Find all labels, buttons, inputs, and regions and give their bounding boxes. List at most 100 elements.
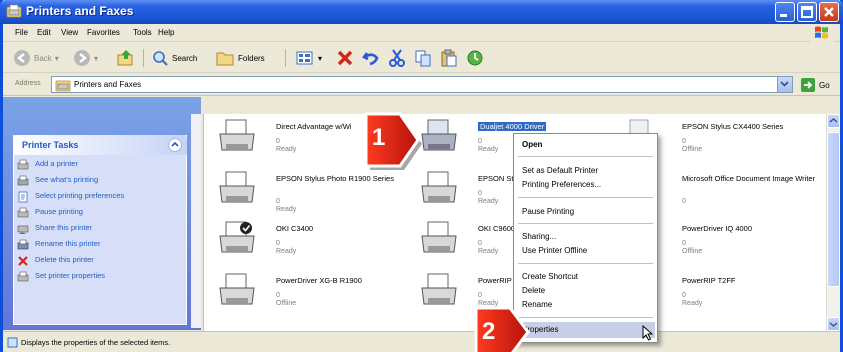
menu-edit[interactable]: Edit — [37, 28, 51, 37]
printer-jobs: 0 — [478, 190, 482, 197]
forward-dropdown-icon[interactable]: ▾ — [94, 54, 98, 63]
task-pause-printing[interactable]: Pause printing — [17, 207, 185, 219]
printer-item[interactable]: OKI C3400 0 Ready — [216, 220, 416, 268]
menu-delete[interactable]: Delete — [522, 286, 545, 295]
task-label: Share this printer — [35, 223, 93, 232]
printer-tasks-header[interactable]: Printer Tasks — [13, 135, 187, 155]
properties-status-icon — [7, 337, 18, 348]
menu-use-offline[interactable]: Use Printer Offline — [522, 246, 587, 255]
task-share-printer[interactable]: Share this printer — [17, 223, 185, 235]
window-title: Printers and Faxes — [26, 4, 134, 18]
windows-logo-icon — [810, 24, 834, 42]
scroll-up-button[interactable] — [827, 114, 840, 128]
menu-pause-printing[interactable]: Pause Printing — [522, 207, 574, 216]
up-folder-icon — [117, 50, 133, 66]
printer-name: OKI C3400 — [276, 224, 314, 233]
chevron-down-icon — [829, 322, 838, 327]
printer-status: Offline — [682, 248, 703, 255]
scroll-down-button[interactable] — [827, 317, 840, 331]
undo-icon — [362, 52, 379, 66]
callout-arrow-2: 2 — [472, 306, 542, 352]
printer-icon — [219, 119, 255, 151]
printer-status: Offline — [276, 300, 297, 307]
up-folder-button[interactable] — [116, 48, 136, 68]
paste-button[interactable] — [439, 48, 459, 68]
task-see-printing[interactable]: See what's printing — [17, 175, 185, 187]
search-button[interactable]: Search — [151, 48, 197, 68]
search-label: Search — [172, 53, 198, 63]
address-value: Printers and Faxes — [74, 80, 142, 89]
printer-jobs: 0 — [478, 138, 482, 145]
maximize-button[interactable] — [797, 2, 817, 22]
copy-icon — [415, 50, 431, 67]
copy-button[interactable] — [413, 48, 433, 68]
back-button[interactable]: Back ▾ — [13, 48, 59, 68]
views-button[interactable]: ▾ — [295, 48, 322, 68]
title-bar[interactable]: Printers and Faxes — [0, 0, 843, 24]
paste-icon — [441, 49, 457, 67]
status-text: Displays the properties of the selected … — [21, 338, 171, 347]
menu-bar: File Edit View Favorites Tools Help — [3, 24, 840, 42]
menu-file[interactable]: File — [15, 28, 28, 37]
folders-icon — [216, 52, 234, 66]
printer-jobs: 0 — [276, 138, 280, 145]
collapse-button[interactable] — [168, 138, 182, 152]
menu-open[interactable]: Open — [522, 140, 542, 149]
printer-name: PowerDriver IQ 4000 — [682, 224, 753, 233]
menu-set-default[interactable]: Set as Default Printer — [522, 166, 598, 175]
printer-item[interactable]: PowerDriver XG-B R1900 0 Offline — [216, 272, 416, 320]
folders-label: Folders — [238, 53, 265, 63]
printer-icon — [219, 171, 255, 203]
menu-view[interactable]: View — [61, 28, 78, 37]
printer-status: Ready — [478, 146, 499, 153]
menu-sharing[interactable]: Sharing... — [522, 232, 556, 241]
task-label: Add a printer — [35, 159, 78, 168]
views-icon — [296, 51, 313, 65]
printer-jobs: 0 — [682, 240, 686, 247]
task-rename-printer[interactable]: Rename this printer — [17, 239, 185, 251]
task-add-printer[interactable]: Add a printer — [17, 159, 185, 171]
address-dropdown-button[interactable] — [777, 77, 792, 92]
go-arrow-icon — [801, 78, 815, 92]
undo-button[interactable] — [361, 48, 381, 68]
delete-icon — [18, 256, 28, 266]
printer-status: Ready — [682, 300, 703, 307]
toolbar: Back ▾ ▾ Search Folders ▾ — [3, 43, 840, 73]
printer-icon — [17, 175, 29, 186]
minimize-button[interactable] — [775, 2, 795, 22]
history-button[interactable] — [465, 48, 485, 68]
back-dropdown-icon[interactable]: ▾ — [55, 54, 59, 63]
chevron-up-icon — [171, 141, 179, 147]
forward-button[interactable]: ▾ — [73, 48, 98, 68]
rename-icon — [17, 239, 29, 250]
menu-printing-preferences[interactable]: Printing Preferences... — [522, 180, 601, 189]
close-button[interactable] — [819, 2, 839, 22]
menu-create-shortcut[interactable]: Create Shortcut — [522, 272, 578, 281]
scroll-thumb[interactable] — [827, 132, 840, 287]
search-icon — [153, 51, 168, 66]
menu-help[interactable]: Help — [158, 28, 174, 37]
content-scrollbar[interactable] — [826, 114, 840, 331]
views-dropdown-icon[interactable]: ▾ — [318, 54, 322, 63]
callout-number-1: 1 — [372, 124, 386, 151]
address-input[interactable]: Printers and Faxes — [51, 76, 793, 93]
task-delete-printer[interactable]: Delete this printer — [17, 255, 185, 267]
task-select-preferences[interactable]: Select printing preferences — [17, 191, 185, 203]
menu-tools[interactable]: Tools — [133, 28, 152, 37]
printer-status: Ready — [276, 146, 297, 153]
cut-button[interactable] — [387, 48, 407, 68]
go-button[interactable]: Go — [800, 77, 830, 93]
maximize-icon — [801, 6, 813, 18]
properties-icon — [17, 271, 29, 282]
task-label: Select printing preferences — [35, 191, 125, 200]
mouse-pointer-icon — [642, 325, 654, 341]
delete-toolbar-button[interactable] — [335, 48, 355, 68]
printer-jobs: 0 — [276, 198, 280, 205]
folders-button[interactable]: Folders — [215, 48, 265, 68]
task-pane-scrollbar[interactable] — [191, 114, 201, 328]
chevron-up-icon — [829, 118, 838, 123]
menu-favorites[interactable]: Favorites — [87, 28, 120, 37]
printer-name: PowerRIP T2FF — [682, 276, 736, 285]
forward-arrow-icon — [74, 50, 90, 66]
task-set-properties[interactable]: Set printer properties — [17, 271, 185, 283]
